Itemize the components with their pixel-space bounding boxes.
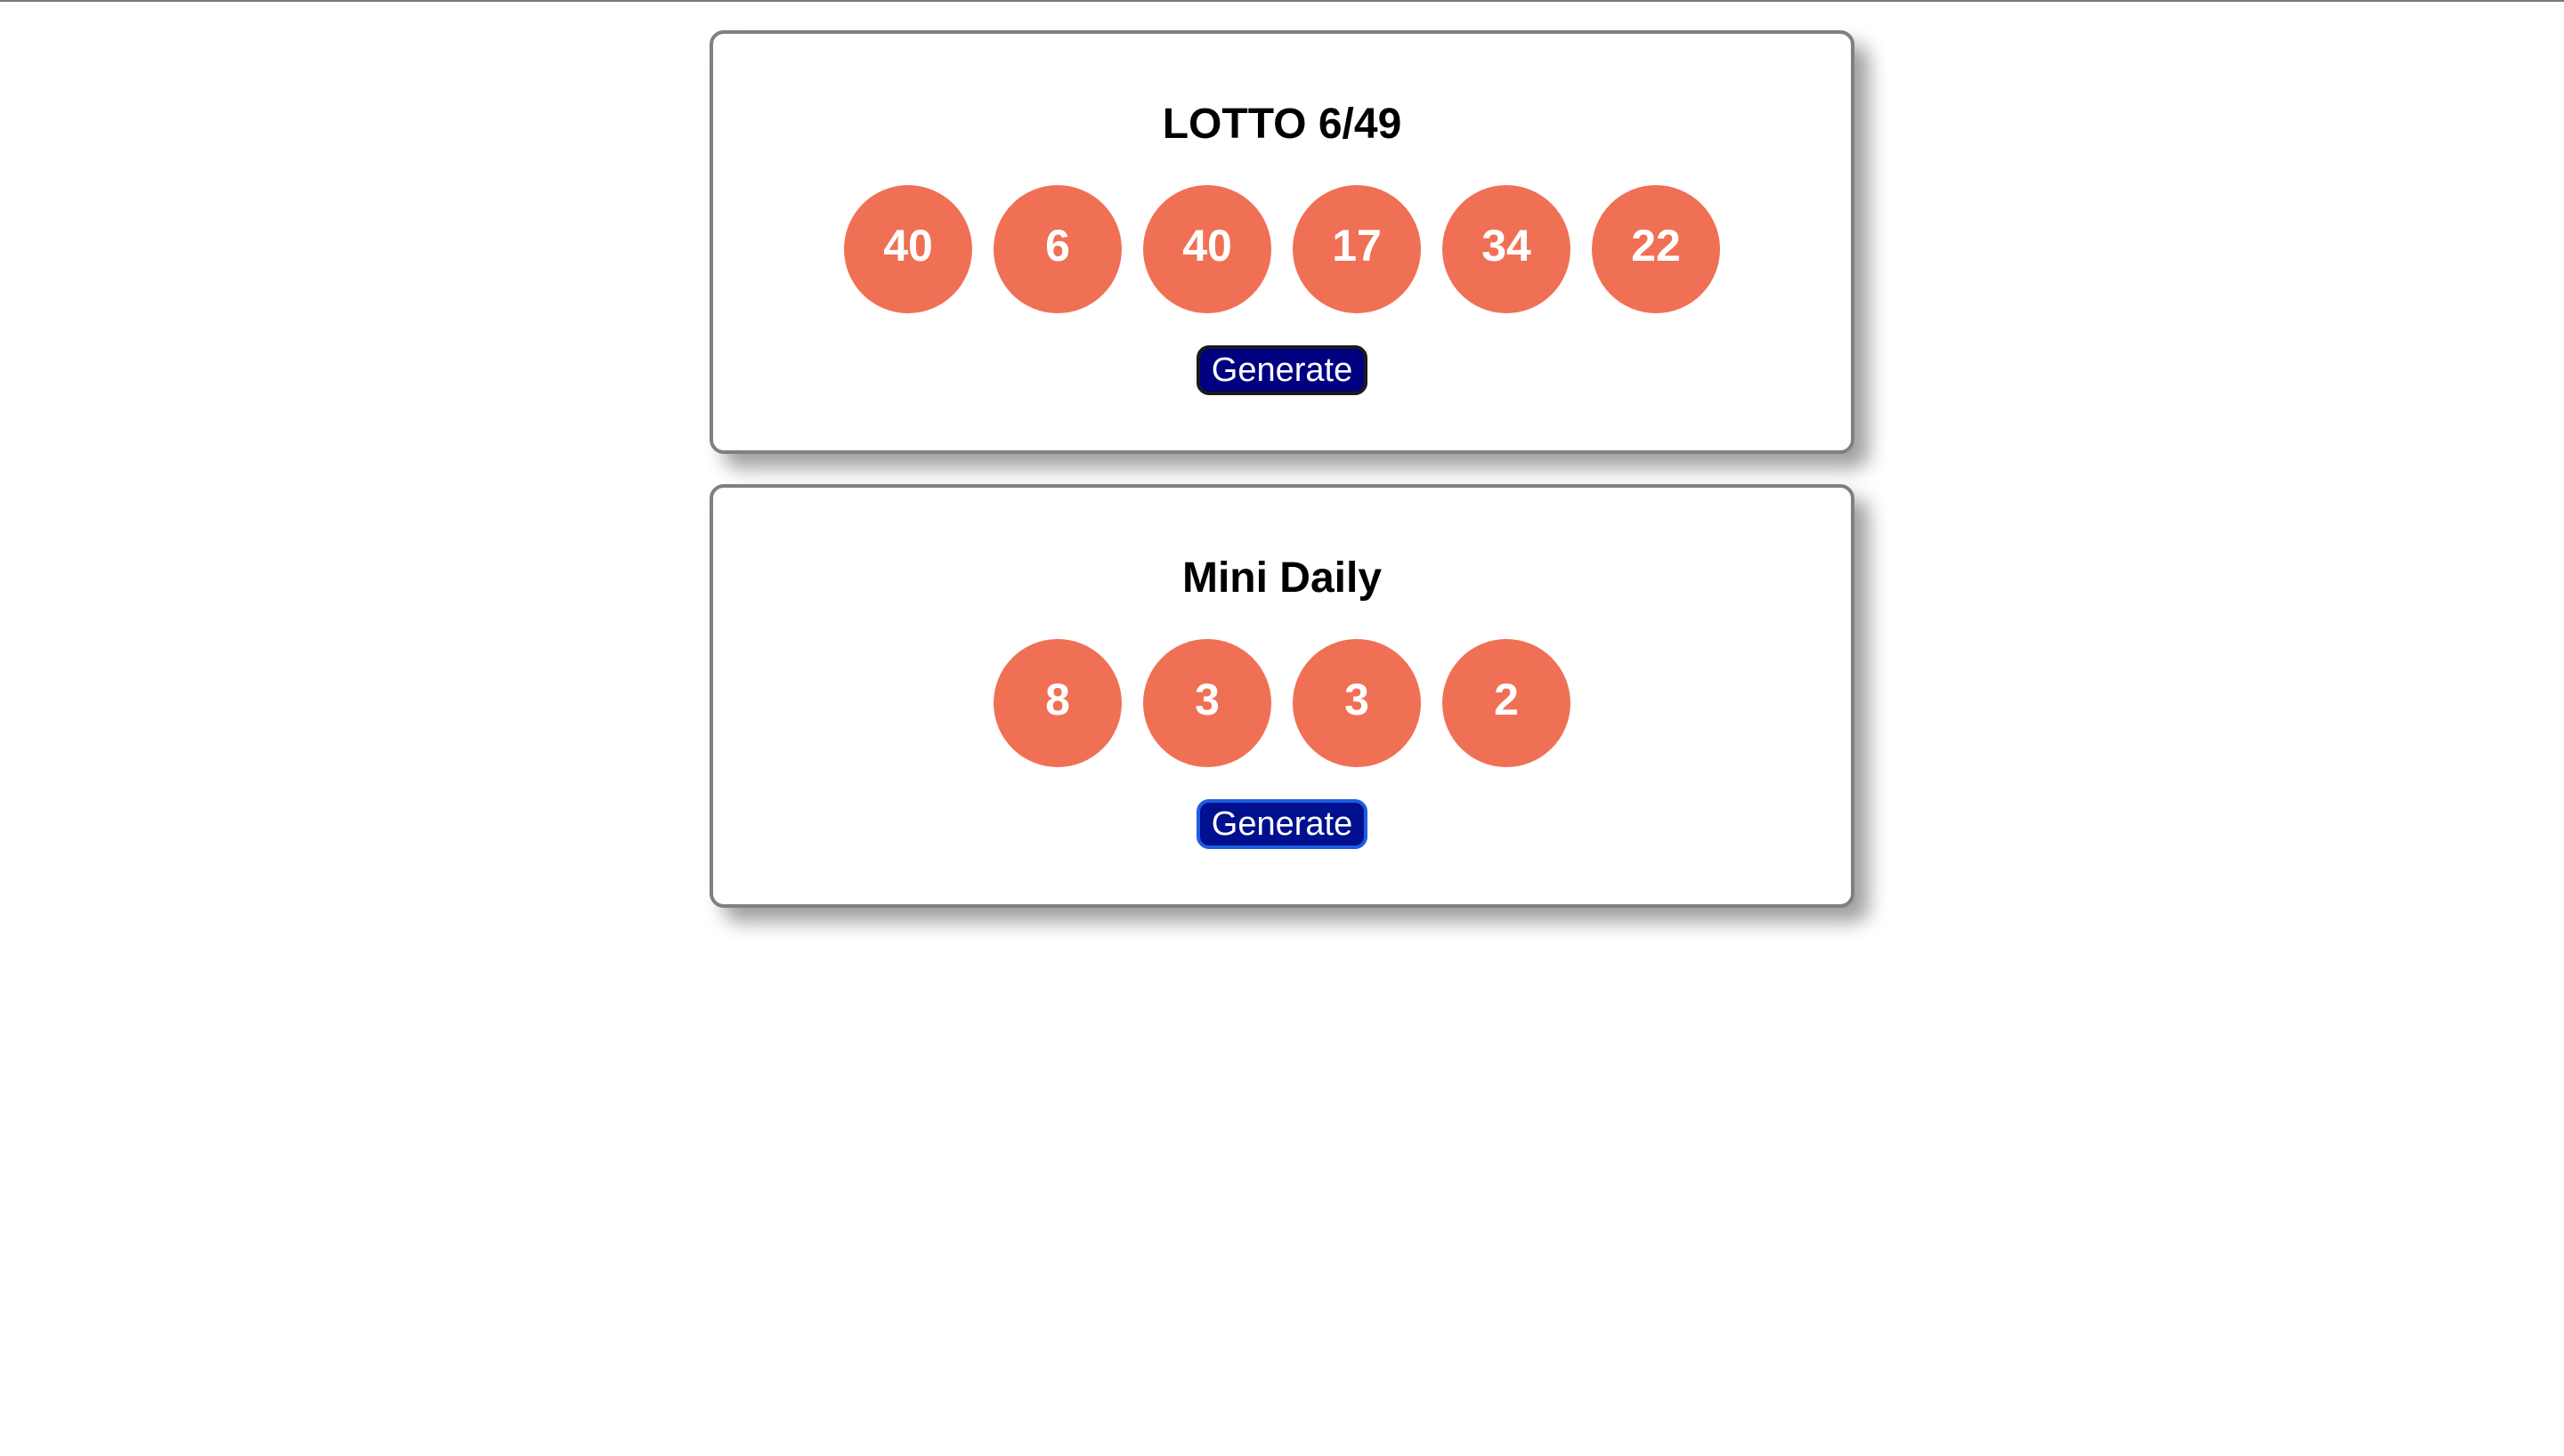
lotto-ball: 40 xyxy=(1143,185,1271,313)
lotto-ball: 2 xyxy=(1442,639,1570,767)
lotto-ball: 40 xyxy=(844,185,972,313)
lotto-ball: 8 xyxy=(994,639,1122,767)
lottery-card-list: LOTTO 6/49 40 6 40 17 34 22 Generate Min… xyxy=(710,30,1854,938)
lotto-649-generate-button[interactable]: Generate xyxy=(1197,345,1367,395)
mini-daily-title: Mini Daily xyxy=(1181,554,1383,602)
mini-daily-ball-row: 8 3 3 2 xyxy=(713,639,1851,767)
lotto-ball: 34 xyxy=(1442,185,1570,313)
lotto-ball: 22 xyxy=(1592,185,1720,313)
lotto-ball: 6 xyxy=(994,185,1122,313)
mini-daily-card: Mini Daily 8 3 3 2 Generate xyxy=(710,484,1854,908)
mini-daily-generate-button[interactable]: Generate xyxy=(1197,799,1367,849)
lotto-ball: 3 xyxy=(1143,639,1271,767)
lotto-649-ball-row: 40 6 40 17 34 22 xyxy=(713,185,1851,313)
lotto-649-card: LOTTO 6/49 40 6 40 17 34 22 Generate xyxy=(710,30,1854,454)
top-divider xyxy=(0,0,2564,2)
lotto-649-title: LOTTO 6/49 xyxy=(1162,101,1402,148)
lotto-ball: 17 xyxy=(1293,185,1421,313)
lotto-ball: 3 xyxy=(1293,639,1421,767)
